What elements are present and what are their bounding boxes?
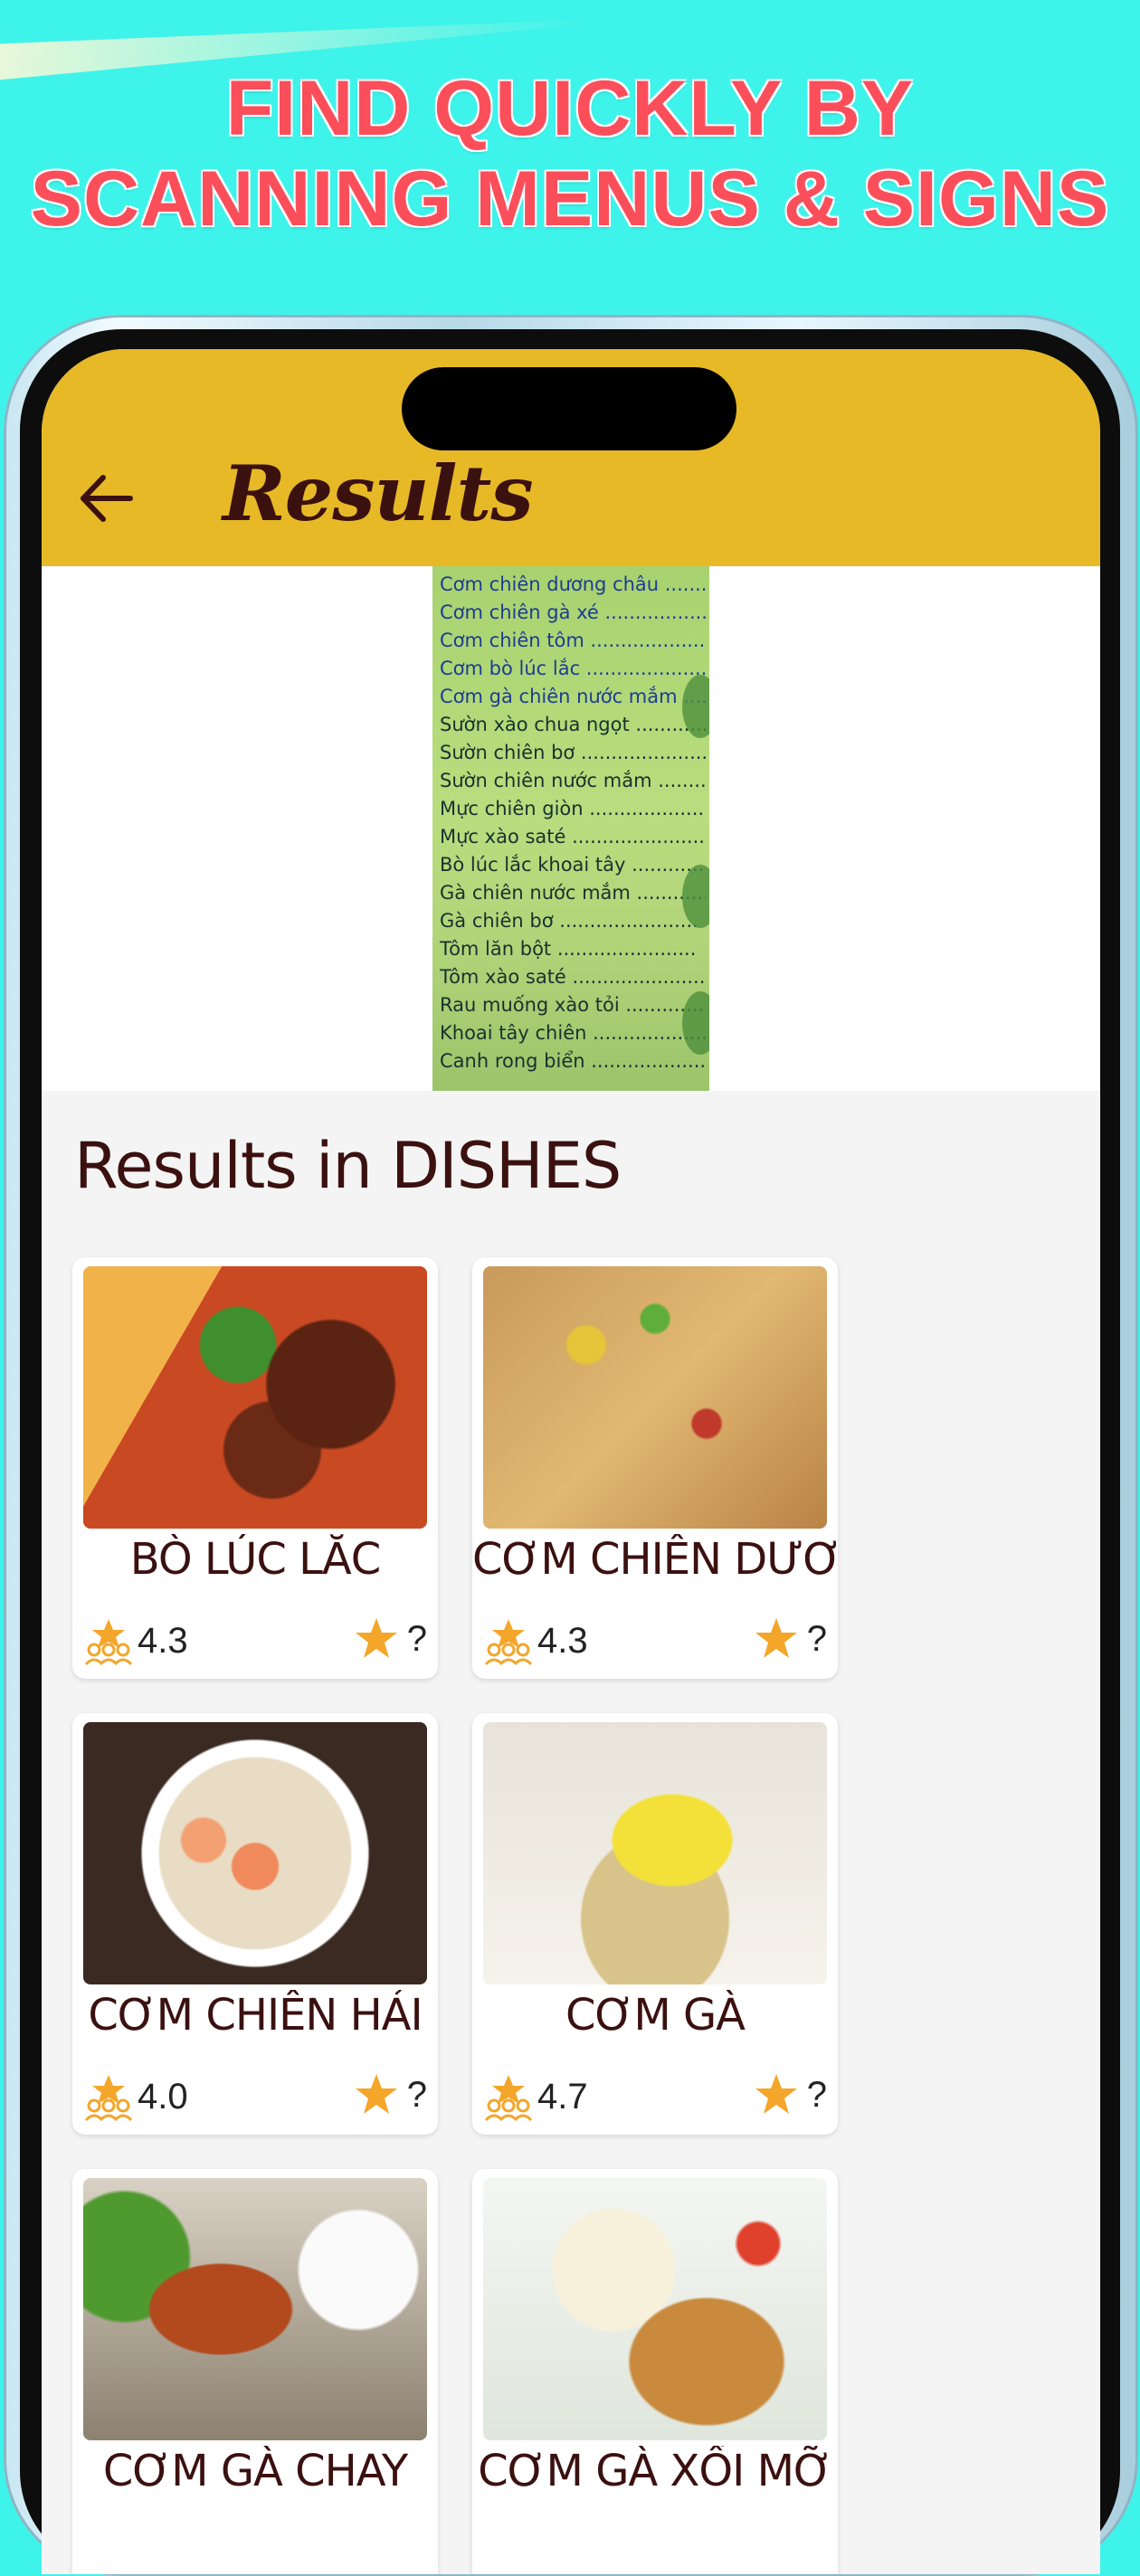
dish-card[interactable]: CƠM GÀ 4.7? <box>472 1713 838 2135</box>
scanned-menu-line: Khoai tây chiên ....................... <box>440 1022 706 1044</box>
promo-line-2: SCANNING MENUS & SIGNS <box>30 156 1110 242</box>
dish-photo <box>83 1722 427 1984</box>
dish-card[interactable]: CƠM GÀ CHAY <box>72 2169 438 2574</box>
dish-name: BÒ LÚC LẮC <box>129 1534 381 1585</box>
community-rating-icon <box>484 2075 533 2122</box>
scanned-menu-line: Cơm bò lúc lắc ....................... <box>440 658 706 679</box>
dish-photo <box>483 2178 827 2440</box>
page-title: Results <box>223 449 534 538</box>
scanned-menu-line: Gà chiên bơ ....................... <box>440 910 698 932</box>
scanned-menu-line: Cơm chiên dương châu ...................… <box>440 573 706 595</box>
scanned-image-area: Cơm chiên dương châu ...................… <box>42 566 1100 1091</box>
scanned-menu-line: Mực xào saté ....................... <box>440 826 706 848</box>
dish-name: CƠM GÀ CHAY <box>102 2446 408 2496</box>
community-rating: 4.0 <box>83 2071 188 2122</box>
scanned-menu-line: Mực chiên giòn ....................... <box>440 798 706 819</box>
community-rating-value: 4.3 <box>138 1620 188 1661</box>
community-rating-value: 4.0 <box>138 2076 188 2117</box>
scanned-menu-line: Sườn chiên nước mắm ....................… <box>440 770 706 791</box>
scanned-menu-line: Tôm lăn bột ....................... <box>440 938 697 960</box>
scanned-menu-line: Gà chiên nước mắm ......................… <box>440 882 706 904</box>
promo-headline: FIND QUICKLY BY SCANNING MENUS & SIGNS <box>0 63 1140 244</box>
promo-line-1: FIND QUICKLY BY <box>225 65 915 152</box>
user-rating[interactable]: ? <box>753 1615 827 1662</box>
dish-name: CƠM GÀ XỐI MỠ <box>478 2446 833 2496</box>
arrow-left-icon <box>81 475 133 522</box>
community-rating: 4.3 <box>483 1615 588 1666</box>
scanned-menu-image[interactable]: Cơm chiên dương châu ...................… <box>432 566 709 1091</box>
user-rating[interactable]: ? <box>353 2071 427 2118</box>
scanned-menu-line: Cơm chiên tôm ....................... <box>440 630 706 651</box>
star-icon <box>755 2074 797 2114</box>
dish-name: CƠM GÀ <box>565 1990 746 2041</box>
community-rating-value: 4.3 <box>537 1620 588 1661</box>
dish-card[interactable]: CƠM CHIÊN DƯƠNG 4.3? <box>472 1257 838 1679</box>
community-rating-icon <box>84 1619 133 1666</box>
back-button[interactable] <box>74 467 138 530</box>
community-rating-icon <box>84 2075 133 2122</box>
scanned-menu-line: Canh rong biển ....................... <box>440 1050 706 1072</box>
dish-card[interactable]: CƠM GÀ XỐI MỠ <box>472 2169 838 2574</box>
dish-photo <box>83 1266 427 1529</box>
dish-name: CƠM CHIÊN DƯƠNG <box>472 1534 838 1585</box>
community-rating: 4.3 <box>83 1615 188 1666</box>
dish-card[interactable]: BÒ LÚC LẮC 4.3? <box>72 1257 438 1679</box>
dish-card[interactable]: CƠM CHIÊN HẢI 4.0? <box>72 1713 438 2135</box>
dish-photo <box>483 1266 827 1529</box>
app-screen: Results Cơm chiên dương châu ...........… <box>42 349 1100 2574</box>
user-rating[interactable]: ? <box>753 2071 827 2118</box>
scanned-menu-line: Cơm chiên gà xé ....................... <box>440 601 706 623</box>
scanned-menu-line: Sườn xào chua ngọt .....................… <box>440 714 706 735</box>
results-section-title: Results in DISHES <box>74 1129 622 1203</box>
community-rating-value: 4.7 <box>537 2076 588 2117</box>
user-rating-value: ? <box>406 2074 427 2115</box>
scanned-menu-line: Cơm gà chiên nước mắm ..................… <box>440 686 706 707</box>
scanned-menu-line: Tôm xào saté ....................... <box>440 966 706 988</box>
star-icon <box>355 1618 397 1658</box>
user-rating[interactable]: ? <box>353 1615 427 1662</box>
user-rating-value: ? <box>806 1618 827 1659</box>
user-rating-value: ? <box>806 2074 827 2115</box>
dish-photo <box>483 1722 827 1984</box>
dynamic-island <box>402 367 736 450</box>
user-rating-value: ? <box>406 1618 427 1659</box>
scanned-menu-line: Bò lúc lắc khoai tây ...................… <box>440 854 706 876</box>
dish-photo <box>83 2178 427 2440</box>
community-rating: 4.7 <box>483 2071 588 2122</box>
star-icon <box>355 2074 397 2114</box>
app-header: Results <box>42 349 1100 566</box>
star-icon <box>755 1618 797 1658</box>
scanned-menu-line: Rau muống xào tỏi ......................… <box>440 994 706 1016</box>
community-rating-icon <box>484 1619 533 1666</box>
dish-name: CƠM CHIÊN HẢI <box>88 1990 423 2041</box>
scanned-menu-line: Sườn chiên bơ ....................... <box>440 742 706 763</box>
